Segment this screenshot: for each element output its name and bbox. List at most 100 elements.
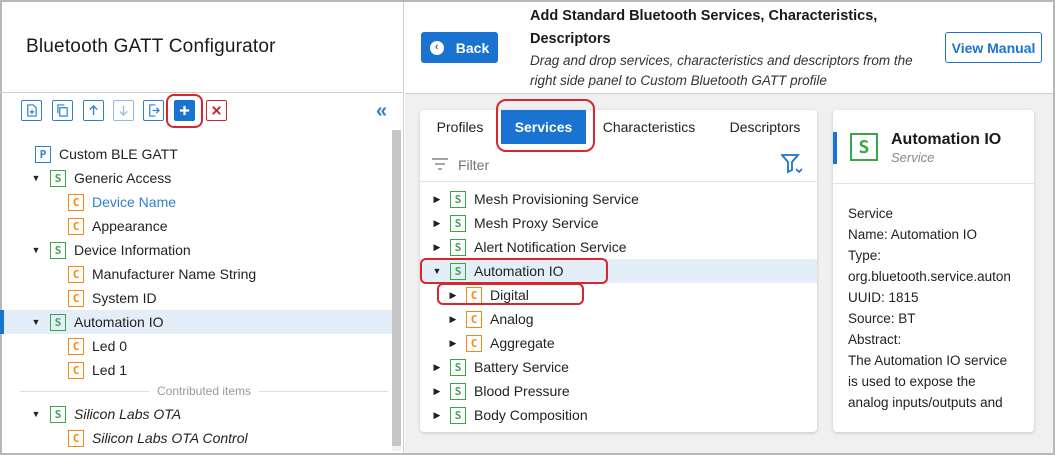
tree-item-label: Appearance: [92, 218, 168, 234]
divider: [833, 183, 1034, 184]
characteristic-item-analog[interactable]: ▶ C Analog: [420, 307, 817, 331]
service-badge-icon: S: [450, 358, 466, 376]
detail-line: UUID: 1815: [848, 290, 919, 305]
service-badge-icon: S: [450, 190, 466, 208]
services-tab-highlight: [496, 99, 595, 152]
service-item-battery[interactable]: ▶ S Battery Service: [420, 355, 817, 379]
tree-item-led-1[interactable]: C Led 1: [0, 358, 392, 382]
tree-item-device-information[interactable]: ▼ S Device Information: [0, 238, 392, 262]
detail-line: Source: BT: [848, 311, 916, 326]
tree-item-device-name[interactable]: C Device Name: [0, 190, 392, 214]
tree-item-system-id[interactable]: C System ID: [0, 286, 392, 310]
characteristic-badge-icon: C: [68, 429, 84, 447]
tab-descriptors[interactable]: Descriptors: [720, 110, 810, 144]
tree-item-silicon-labs-ota-control[interactable]: C Silicon Labs OTA Control: [0, 426, 392, 450]
caret-right-icon[interactable]: ▶: [448, 338, 458, 349]
filter-lines-icon: [432, 158, 448, 170]
delete-button[interactable]: [206, 100, 227, 121]
tree-item-label: Automation IO: [74, 314, 164, 330]
service-badge-icon: S: [50, 169, 66, 187]
caret-right-icon[interactable]: ▶: [432, 194, 442, 205]
tree-item-appearance[interactable]: C Appearance: [0, 214, 392, 238]
service-badge-icon: S: [450, 214, 466, 232]
service-item-blood-pressure[interactable]: ▶ S Blood Pressure: [420, 379, 817, 403]
tree-item-automation-io[interactable]: ▼ S Automation IO: [0, 310, 392, 334]
caret-down-icon[interactable]: ▼: [30, 409, 42, 419]
detail-line: Type:: [848, 248, 882, 263]
caret-down-icon[interactable]: ▼: [30, 317, 42, 327]
tree-item-label: Custom BLE GATT: [59, 146, 178, 162]
move-up-button[interactable]: [83, 100, 104, 121]
chevron-left-icon: ‹: [429, 40, 444, 55]
service-badge-icon: S: [450, 238, 466, 256]
detail-line: Abstract:: [848, 332, 902, 347]
service-badge-icon: S: [450, 382, 466, 400]
service-label: Mesh Proxy Service: [474, 215, 599, 231]
back-button[interactable]: ‹ Back: [421, 32, 498, 63]
tree-item-generic-access[interactable]: ▼ S Generic Access: [0, 166, 392, 190]
view-manual-button[interactable]: View Manual: [945, 32, 1042, 63]
caret-right-icon[interactable]: ▶: [432, 386, 442, 397]
service-label: Body Composition: [474, 407, 588, 423]
copy-button[interactable]: [52, 100, 73, 121]
service-item-alert-notification[interactable]: ▶ S Alert Notification Service: [420, 235, 817, 259]
tab-characteristics[interactable]: Characteristics: [594, 110, 704, 144]
characteristic-badge-icon: C: [466, 334, 482, 352]
contributed-items-label: Contributed items: [156, 384, 252, 398]
characteristic-label: Analog: [490, 311, 534, 327]
characteristic-badge-icon: C: [68, 337, 84, 355]
delete-icon: [212, 106, 221, 115]
filter-input[interactable]: [458, 157, 758, 173]
caret-right-icon[interactable]: ▶: [432, 218, 442, 229]
detail-line: Service: [848, 206, 894, 221]
caret-right-icon[interactable]: ▶: [432, 410, 442, 421]
add-button-highlight: [166, 94, 203, 128]
arrow-up-icon: [89, 104, 98, 116]
detail-line: The Automation IO service: [848, 353, 1008, 368]
caret-right-icon[interactable]: ▶: [432, 362, 442, 373]
service-item-body-composition[interactable]: ▶ S Body Composition: [420, 403, 817, 427]
tree-item-label: Generic Access: [74, 170, 172, 186]
detail-line: Name: Automation IO: [848, 227, 978, 242]
characteristic-badge-icon: C: [466, 310, 482, 328]
divider-line: [259, 390, 389, 392]
caret-right-icon[interactable]: ▶: [448, 314, 458, 325]
funnel-filter-icon[interactable]: [781, 154, 803, 174]
tree-item-led-0[interactable]: C Led 0: [0, 334, 392, 358]
app-title: Bluetooth GATT Configurator: [26, 36, 276, 57]
tree-item-label: Silicon Labs OTA: [74, 406, 182, 422]
service-badge-icon: S: [50, 405, 66, 423]
left-scrollbar-thumb[interactable]: [392, 130, 401, 446]
collapse-panel-icon[interactable]: «: [376, 101, 387, 121]
tree-item-label: Led 0: [92, 338, 128, 354]
service-item-mesh-proxy[interactable]: ▶ S Mesh Proxy Service: [420, 211, 817, 235]
characteristic-item-aggregate[interactable]: ▶ C Aggregate: [420, 331, 817, 355]
tree-item-manufacturer-name-string[interactable]: C Manufacturer Name String: [0, 262, 392, 286]
import-file-button[interactable]: [21, 100, 42, 121]
service-label: Mesh Provisioning Service: [474, 191, 639, 207]
service-item-mesh-provisioning[interactable]: ▶ S Mesh Provisioning Service: [420, 187, 817, 211]
move-down-button[interactable]: [113, 100, 134, 121]
service-badge-icon: S: [850, 133, 878, 161]
tab-profiles[interactable]: Profiles: [425, 110, 495, 144]
characteristic-badge-icon: C: [68, 193, 84, 211]
tree-item-label: Device Name: [92, 194, 177, 210]
detail-type: Service: [891, 150, 935, 165]
detail-accent-bar: [833, 132, 837, 164]
back-label: Back: [455, 39, 490, 56]
characteristic-label: Aggregate: [490, 335, 555, 351]
import-file-icon: [27, 104, 37, 117]
tree-item-label: Silicon Labs OTA Control: [92, 430, 248, 446]
tree-item-silicon-labs-ota[interactable]: ▼ S Silicon Labs OTA: [0, 402, 392, 426]
caret-down-icon[interactable]: ▼: [30, 245, 42, 255]
detail-description: Service Name: Automation IO Type: org.bl…: [848, 203, 1026, 413]
characteristic-badge-icon: C: [68, 217, 84, 235]
export-icon: [149, 104, 160, 117]
tree-item-custom-ble-gatt[interactable]: P Custom BLE GATT: [0, 142, 392, 166]
caret-right-icon[interactable]: ▶: [432, 242, 442, 253]
service-label: Alert Notification Service: [474, 239, 627, 255]
copy-icon: [57, 104, 68, 117]
export-button[interactable]: [143, 100, 164, 121]
caret-down-icon[interactable]: ▼: [30, 173, 42, 183]
service-badge-icon: S: [450, 406, 466, 424]
